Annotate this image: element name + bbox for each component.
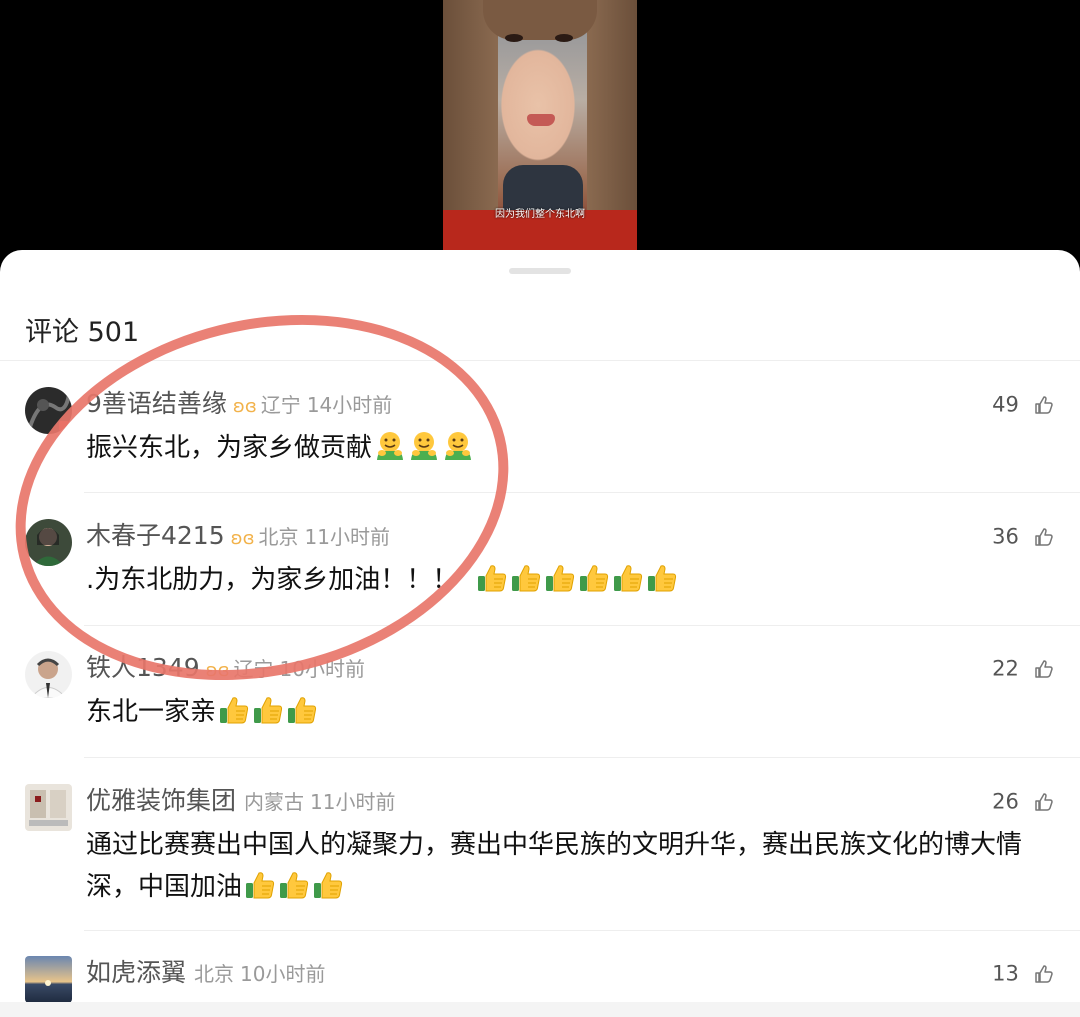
comment-time: 10小时前 <box>240 962 326 986</box>
comment-region: 辽宁 <box>260 393 301 417</box>
video-player[interactable]: 因为我们整个东北啊 <box>0 0 1080 250</box>
comment-time: 11小时前 <box>310 790 396 814</box>
thumbs-up-outline-icon <box>1035 792 1053 811</box>
thumbs-up-outline-icon <box>1035 659 1053 678</box>
comment-time: 14小时前 <box>306 393 393 417</box>
comment-time: 10小时前 <box>279 657 365 681</box>
thumbs-up-emoji <box>278 869 310 914</box>
comments-sheet: 评论 501 9善语结善缘 ʚɞ 辽宁 14小时前 49 振兴东北，为家乡做贡献 木春… <box>0 250 1080 1017</box>
like-count: 26 <box>992 789 1019 814</box>
video-thumbnail[interactable]: 因为我们整个东北啊 <box>443 0 637 250</box>
comment-input-bar[interactable] <box>0 1002 1080 1017</box>
butterfly-badge-icon: ʚɞ <box>232 396 257 417</box>
like-button[interactable]: 36 <box>992 519 1054 554</box>
avatar[interactable] <box>25 651 72 698</box>
thumbs-up-outline-icon <box>1035 395 1053 414</box>
hug-emoji <box>374 430 406 475</box>
like-count: 13 <box>992 961 1019 986</box>
avatar[interactable] <box>25 519 72 566</box>
comments-title: 评论 501 <box>25 317 140 348</box>
hug-emoji <box>408 430 440 475</box>
like-count: 49 <box>992 392 1019 417</box>
video-subtitle: 因为我们整个东北啊 <box>495 209 585 220</box>
thumbs-up-emoji <box>612 562 644 607</box>
butterfly-badge-icon: ʚɞ <box>205 660 230 681</box>
avatar[interactable] <box>25 387 72 434</box>
drag-handle[interactable] <box>509 268 571 274</box>
like-button[interactable]: 22 <box>992 651 1054 686</box>
comment-username[interactable]: 铁人1349 <box>86 653 200 682</box>
comment-region: 内蒙古 <box>244 790 305 814</box>
avatar[interactable] <box>25 784 72 831</box>
comment-text: .为东北肋力，为家乡加油！！！ <box>86 559 1056 607</box>
thumbs-up-emoji <box>476 562 508 607</box>
thumbs-up-emoji <box>286 694 318 739</box>
thumbs-up-emoji <box>578 562 610 607</box>
thumbs-up-emoji <box>218 694 250 739</box>
like-count: 36 <box>992 524 1019 549</box>
thumbs-up-outline-icon <box>1035 964 1053 983</box>
comment-username[interactable]: 木春子4215 <box>86 521 225 550</box>
like-count: 22 <box>992 656 1019 681</box>
like-button[interactable]: 26 <box>992 784 1054 819</box>
comment-username[interactable]: 9善语结善缘 <box>86 389 227 418</box>
divider <box>0 360 1080 361</box>
butterfly-badge-icon: ʚɞ <box>230 528 255 549</box>
thumbs-up-emoji <box>544 562 576 607</box>
comment-username[interactable]: 如虎添翼 <box>86 958 186 987</box>
thumbs-up-emoji <box>312 869 344 914</box>
comment-username[interactable]: 优雅装饰集团 <box>86 786 236 815</box>
like-button[interactable]: 13 <box>992 956 1054 991</box>
comment-region: 北京 <box>194 962 235 986</box>
hug-emoji <box>442 430 474 475</box>
comment-region: 北京 <box>258 525 299 549</box>
thumbs-up-emoji <box>244 869 276 914</box>
like-button[interactable]: 49 <box>992 387 1054 422</box>
thumbs-up-outline-icon <box>1035 527 1053 546</box>
comment-text: 通过比赛赛出中国人的凝聚力，赛出中华民族的文明升华，赛出民族文化的博大情深，中国… <box>86 824 1056 914</box>
avatar[interactable] <box>25 956 72 1003</box>
comment-text: 东北一家亲 <box>86 691 1056 739</box>
thumbs-up-emoji <box>510 562 542 607</box>
comment-text: 振兴东北，为家乡做贡献 <box>86 427 1056 475</box>
thumbs-up-emoji <box>646 562 678 607</box>
thumbs-up-emoji <box>252 694 284 739</box>
comment-region: 辽宁 <box>233 657 274 681</box>
comment-time: 11小时前 <box>304 525 390 549</box>
